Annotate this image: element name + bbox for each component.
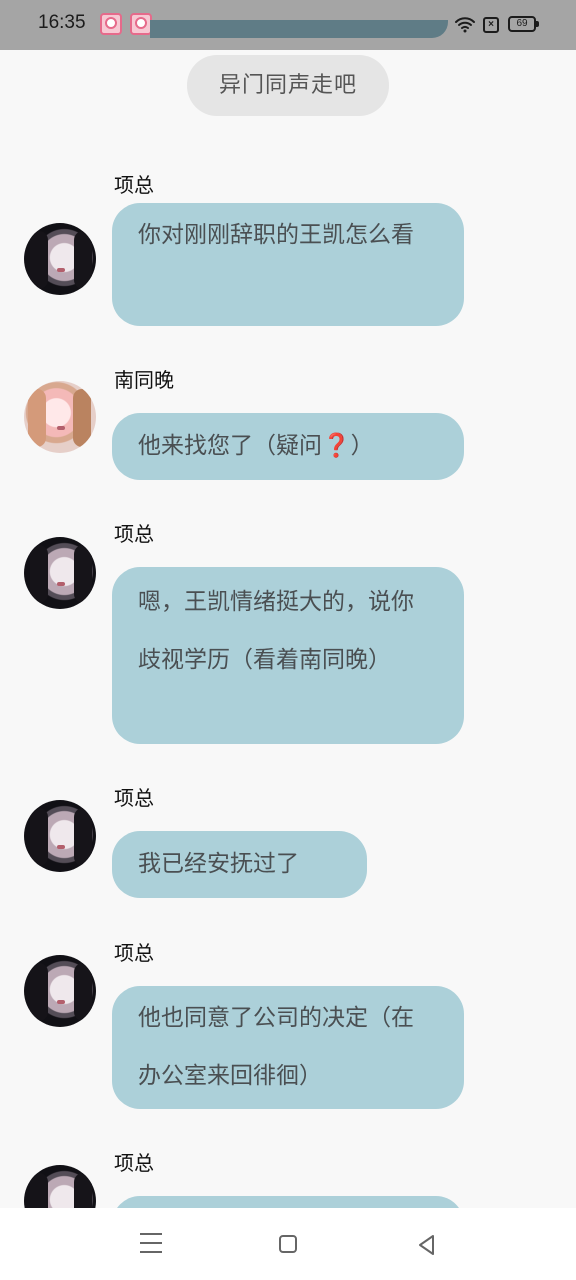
dark-hair-avatar[interactable] bbox=[24, 800, 96, 872]
chat-message: 项总 嗯，王凯情绪挺大的，说你歧视学历（看着南同晚） bbox=[0, 522, 576, 752]
chat-message: 项总 bbox=[0, 1151, 576, 1208]
notification-icon bbox=[130, 13, 152, 35]
chat-message: 南同晚 他来找您了（疑问❓） bbox=[0, 368, 576, 488]
battery-tip bbox=[536, 21, 539, 27]
message-bubble[interactable]: 嗯，王凯情绪挺大的，说你歧视学历（看着南同晚） bbox=[112, 567, 464, 744]
sender-name: 项总 bbox=[114, 522, 154, 546]
dark-hair-avatar[interactable] bbox=[24, 537, 96, 609]
message-bubble[interactable] bbox=[112, 1196, 464, 1208]
status-bar: 16:35 × 69 bbox=[0, 0, 576, 50]
message-text: 你对刚刚辞职的王凯怎么看 bbox=[138, 222, 414, 248]
message-text: 我已经安抚过了 bbox=[138, 851, 299, 877]
chat-area[interactable]: 异门同声走吧 项总 你对刚刚辞职的王凯怎么看 南同晚 他来找您了（疑问❓） 项总… bbox=[0, 50, 576, 1208]
top-chat-button[interactable]: 异门同声走吧 bbox=[187, 55, 389, 116]
pink-hair-avatar[interactable] bbox=[24, 381, 96, 453]
battery-icon: 69 bbox=[508, 16, 536, 32]
dark-hair-avatar[interactable] bbox=[24, 223, 96, 295]
home-icon[interactable] bbox=[279, 1235, 297, 1253]
wifi-icon bbox=[455, 17, 475, 33]
sender-name: 项总 bbox=[114, 786, 154, 810]
message-text: 他也同意了公司的决定（在办公室来回徘徊） bbox=[138, 1005, 414, 1089]
sender-name: 项总 bbox=[114, 173, 154, 197]
chat-message: 项总 你对刚刚辞职的王凯怎么看 bbox=[0, 173, 576, 333]
message-text: 嗯，王凯情绪挺大的，说你歧视学历（看着南同晚） bbox=[138, 589, 414, 673]
message-text-suffix: ） bbox=[350, 433, 374, 459]
notification-icon bbox=[100, 13, 122, 35]
close-box-icon: × bbox=[483, 17, 499, 33]
message-bubble[interactable]: 你对刚刚辞职的王凯怎么看 bbox=[112, 203, 464, 326]
chat-message: 项总 我已经安抚过了 bbox=[0, 786, 576, 906]
status-strip bbox=[150, 20, 448, 38]
chat-message: 项总 他也同意了公司的决定（在办公室来回徘徊） bbox=[0, 941, 576, 1111]
message-bubble[interactable]: 他也同意了公司的决定（在办公室来回徘徊） bbox=[112, 986, 464, 1109]
message-text: 他来找您了（疑问 bbox=[138, 433, 322, 459]
navigation-bar bbox=[0, 1208, 576, 1280]
dark-hair-avatar[interactable] bbox=[24, 1165, 96, 1208]
status-time: 16:35 bbox=[38, 12, 86, 33]
back-icon[interactable] bbox=[413, 1232, 439, 1258]
sender-name: 项总 bbox=[114, 1151, 154, 1175]
question-icon: ❓ bbox=[322, 433, 351, 459]
message-bubble[interactable]: 他来找您了（疑问❓） bbox=[112, 413, 464, 480]
sender-name: 项总 bbox=[114, 941, 154, 965]
menu-icon[interactable] bbox=[140, 1233, 162, 1253]
dark-hair-avatar[interactable] bbox=[24, 955, 96, 1027]
sender-name: 南同晚 bbox=[114, 368, 174, 392]
message-bubble[interactable]: 我已经安抚过了 bbox=[112, 831, 367, 898]
